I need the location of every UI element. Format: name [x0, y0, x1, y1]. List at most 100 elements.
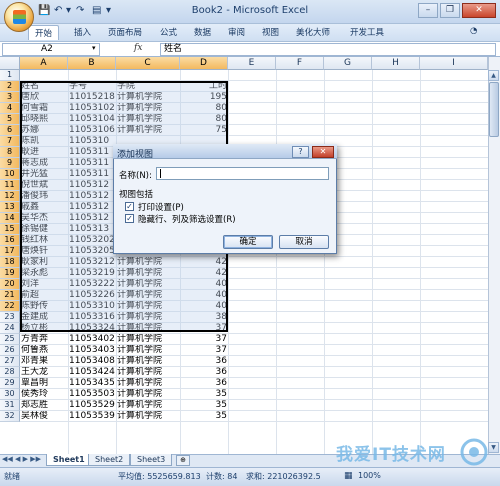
cell-college[interactable]: 计算机学院 [116, 367, 180, 378]
row-header[interactable]: 31 [0, 400, 20, 411]
cell-student-id[interactable] [68, 70, 116, 81]
cell-student-id[interactable]: 1105311 [68, 158, 116, 169]
sheet-nav-icons[interactable]: ◀◀ ◀ ▶ ▶▶ [2, 455, 41, 463]
cell-student-id[interactable]: 11053219 [68, 268, 116, 279]
cell-hours[interactable]: 工时 [180, 81, 228, 92]
column-header-c[interactable]: C [116, 57, 180, 70]
cell-name[interactable]: 陈凯 [20, 136, 68, 147]
cell-name[interactable]: 倪世斌 [20, 180, 68, 191]
column-header-e[interactable]: E [228, 57, 276, 70]
cancel-button[interactable]: 取消 [279, 235, 329, 249]
cell-name[interactable]: 吴林俊 [20, 411, 68, 422]
cell-college[interactable]: 计算机学院 [116, 290, 180, 301]
cell-name[interactable]: 何鲁燕 [20, 345, 68, 356]
dialog-help-button[interactable]: ? [292, 146, 309, 158]
cell-hours[interactable]: 40 [180, 279, 228, 290]
tab-review[interactable]: 审阅 [228, 26, 245, 38]
cell-hours[interactable]: 36 [180, 367, 228, 378]
vertical-scroll-thumb[interactable] [489, 82, 499, 137]
tab-page-layout[interactable]: 页面布局 [108, 26, 142, 38]
cell-student-id[interactable]: 1105312 [68, 180, 116, 191]
column-header-f[interactable]: F [276, 57, 324, 70]
tab-insert[interactable]: 插入 [74, 26, 91, 38]
cell-college[interactable]: 计算机学院 [116, 103, 180, 114]
cell-college[interactable]: 计算机学院 [116, 334, 180, 345]
cell-student-id[interactable]: 11053403 [68, 345, 116, 356]
cell-hours[interactable]: 40 [180, 290, 228, 301]
cell-college[interactable]: 学院 [116, 81, 180, 92]
row-header[interactable]: 2 [0, 81, 20, 92]
cell-student-id[interactable]: 1105311 [68, 169, 116, 180]
cell-student-id[interactable]: 11053408 [68, 356, 116, 367]
cell-student-id[interactable]: 11053226 [68, 290, 116, 301]
row-header[interactable]: 21 [0, 290, 20, 301]
column-header-i[interactable]: I [420, 57, 488, 70]
cell-name[interactable]: 井光猛 [20, 169, 68, 180]
cell-college[interactable]: 计算机学院 [116, 257, 180, 268]
row-header[interactable]: 7 [0, 136, 20, 147]
normal-view-icon[interactable]: ▦ [344, 471, 353, 481]
office-button[interactable] [4, 2, 34, 32]
cell-student-id[interactable]: 11053106 [68, 125, 116, 136]
row-header[interactable]: 19 [0, 268, 20, 279]
cell-hours[interactable]: 195 [180, 92, 228, 103]
insert-sheet-icon[interactable]: ⊕ [176, 455, 190, 466]
cell-name[interactable]: 何雪霜 [20, 103, 68, 114]
scroll-up-button[interactable]: ▲ [488, 70, 499, 81]
name-box-dropdown-icon[interactable]: ▾ [92, 44, 96, 52]
cell-student-id[interactable]: 1105313 [68, 224, 116, 235]
row-header[interactable]: 17 [0, 246, 20, 257]
row-header[interactable]: 5 [0, 114, 20, 125]
cell-college[interactable]: 计算机学院 [116, 125, 180, 136]
cell-student-id[interactable]: 11053310 [68, 301, 116, 312]
close-button[interactable]: ✕ [462, 3, 496, 18]
cell-name[interactable]: 俞超 [20, 290, 68, 301]
column-header-d[interactable]: D [180, 57, 228, 70]
cell-name[interactable]: 徐锡健 [20, 224, 68, 235]
row-header[interactable]: 6 [0, 125, 20, 136]
cell-name[interactable]: 唐焕钎 [20, 246, 68, 257]
cell-college[interactable]: 计算机学院 [116, 323, 180, 334]
row-header[interactable]: 27 [0, 356, 20, 367]
cell-college[interactable]: 计算机学院 [116, 301, 180, 312]
cell-hours[interactable]: 80 [180, 114, 228, 125]
column-header-h[interactable]: H [372, 57, 420, 70]
cell-name[interactable]: 郑志胜 [20, 400, 68, 411]
sheet-tab-3[interactable]: Sheet3 [130, 454, 173, 466]
row-header[interactable]: 16 [0, 235, 20, 246]
ribbon-help-icon[interactable]: ◔ [470, 26, 477, 36]
status-zoom[interactable]: 100% [358, 471, 381, 480]
cell-hours[interactable]: 35 [180, 400, 228, 411]
cell-name[interactable]: 邱晓熙 [20, 114, 68, 125]
restore-button[interactable]: ❐ [440, 3, 460, 18]
cell-student-id[interactable]: 11053202 [68, 235, 116, 246]
row-header[interactable]: 11 [0, 180, 20, 191]
cell-name[interactable]: 王大龙 [20, 367, 68, 378]
cell-student-id[interactable]: 1105312 [68, 202, 116, 213]
cell-name[interactable]: 邓青果 [20, 356, 68, 367]
cell-college[interactable]: 计算机学院 [116, 92, 180, 103]
cell-student-id[interactable]: 1105311 [68, 147, 116, 158]
cell-college[interactable]: 计算机学院 [116, 378, 180, 389]
cell-student-id[interactable]: 11053205 [68, 246, 116, 257]
cell-student-id[interactable]: 11053529 [68, 400, 116, 411]
cell-student-id[interactable]: 11053104 [68, 114, 116, 125]
cell-student-id[interactable]: 11053324 [68, 323, 116, 334]
cell-name[interactable]: 钱红林 [20, 235, 68, 246]
cell-name[interactable]: 金建成 [20, 312, 68, 323]
cell-student-id[interactable]: 11053102 [68, 103, 116, 114]
row-header[interactable]: 14 [0, 213, 20, 224]
cell-hours[interactable] [180, 70, 228, 81]
row-header[interactable]: 10 [0, 169, 20, 180]
row-header[interactable]: 13 [0, 202, 20, 213]
cell-hours[interactable]: 75 [180, 125, 228, 136]
cell-college[interactable]: 计算机学院 [116, 268, 180, 279]
row-header[interactable]: 32 [0, 411, 20, 422]
row-header[interactable]: 24 [0, 323, 20, 334]
row-header[interactable]: 22 [0, 301, 20, 312]
cell-student-id[interactable]: 11053539 [68, 411, 116, 422]
cell-name[interactable]: 梁永彪 [20, 268, 68, 279]
cell-name[interactable]: 蒋志成 [20, 158, 68, 169]
row-header[interactable]: 3 [0, 92, 20, 103]
tab-beautify-master[interactable]: 美化大师 [296, 26, 330, 38]
